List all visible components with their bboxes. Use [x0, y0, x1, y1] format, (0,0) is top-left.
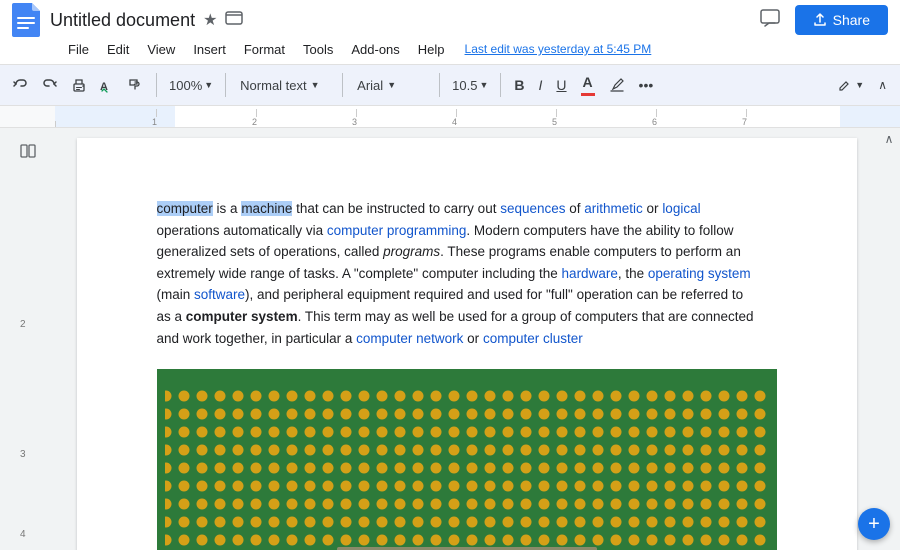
- menu-format[interactable]: Format: [236, 39, 293, 60]
- document-text: computer is a machine that can be instru…: [157, 198, 777, 349]
- redo-button[interactable]: [36, 73, 62, 97]
- cpu-image-container: // We'll inline the pattern via SVG patt…: [157, 369, 777, 550]
- link-software[interactable]: software: [194, 287, 245, 302]
- sep-4: [439, 73, 440, 97]
- color-underline: [581, 93, 595, 96]
- drive-icon[interactable]: [225, 9, 243, 32]
- ruler: 1 2 3 4 5 6 7: [0, 106, 900, 128]
- page: computer is a machine that can be instru…: [77, 138, 857, 550]
- undo-redo-group: [8, 73, 62, 97]
- menu-help[interactable]: Help: [410, 39, 453, 60]
- highlight-button[interactable]: [604, 73, 630, 97]
- link-sequences[interactable]: sequences: [500, 201, 565, 216]
- italic-button[interactable]: I: [534, 73, 548, 97]
- docs-icon: [12, 3, 40, 37]
- chevron-up-button[interactable]: ∧: [873, 74, 892, 96]
- text-segment-1: is a machine that can be instructed to c…: [217, 201, 501, 216]
- menu-edit[interactable]: Edit: [99, 39, 137, 60]
- sidebar-toggle[interactable]: [15, 138, 41, 169]
- text-style-selector[interactable]: Normal text ▼: [234, 75, 334, 96]
- link-logical[interactable]: logical: [662, 201, 700, 216]
- suggestion-area: ▼ ∧: [833, 74, 892, 96]
- ruler-content: 1 2 3 4 5 6 7: [55, 106, 900, 127]
- font-size-selector[interactable]: 10.5 ▼: [448, 75, 492, 96]
- link-arithmetic[interactable]: arithmetic: [584, 201, 643, 216]
- menu-insert[interactable]: Insert: [185, 39, 234, 60]
- link-computer-programming[interactable]: computer programming: [327, 223, 467, 238]
- editing-mode-button[interactable]: ▼: [833, 74, 869, 96]
- right-panel: ∧ +: [878, 128, 900, 550]
- paint-format-button[interactable]: [122, 73, 148, 97]
- more-button[interactable]: •••: [634, 73, 659, 97]
- sidebar-panel: 2 3 4: [0, 128, 55, 550]
- menu-file[interactable]: File: [60, 39, 97, 60]
- share-button[interactable]: Share: [795, 5, 888, 35]
- page-markers: 2 3 4: [0, 169, 55, 550]
- link-hardware[interactable]: hardware: [562, 266, 618, 281]
- page-marker-2: 2: [20, 319, 26, 330]
- link-operating-system[interactable]: operating system: [648, 266, 751, 281]
- font-selector[interactable]: Arial ▼: [351, 75, 431, 96]
- sep-3: [342, 73, 343, 97]
- title-area: Untitled document ★: [50, 9, 755, 32]
- ruler-blue-right: [840, 106, 900, 127]
- text-computer-system-bold: computer system: [186, 309, 298, 324]
- scroll-up-chevron[interactable]: ∧: [885, 132, 894, 146]
- text-color-button[interactable]: A: [576, 70, 600, 100]
- menu-addons[interactable]: Add-ons: [343, 39, 407, 60]
- doc-title[interactable]: Untitled document: [50, 10, 195, 31]
- word-computer: computer: [157, 201, 213, 216]
- zoom-selector[interactable]: 100% ▼: [165, 75, 217, 96]
- link-computer-network[interactable]: computer network: [356, 331, 463, 346]
- menu-bar: File Edit View Insert Format Tools Add-o…: [0, 36, 900, 64]
- last-edit: Last edit was yesterday at 5:45 PM: [465, 42, 652, 56]
- sep-2: [225, 73, 226, 97]
- bold-button[interactable]: B: [509, 73, 529, 97]
- menu-view[interactable]: View: [139, 39, 183, 60]
- spellcheck-button[interactable]: A: [94, 73, 120, 97]
- doc-scroll-area[interactable]: computer is a machine that can be instru…: [55, 128, 878, 550]
- header-right: Share: [755, 3, 888, 38]
- print-button[interactable]: [66, 73, 92, 97]
- title-icons: ★: [203, 9, 243, 32]
- title-bar: Untitled document ★ Share: [0, 0, 900, 36]
- main-area: 2 3 4 computer is a machine that can be …: [0, 128, 900, 550]
- page-marker-4: 4: [20, 529, 26, 540]
- print-group: A: [66, 73, 148, 97]
- add-button[interactable]: +: [858, 508, 890, 540]
- sep-1: [156, 73, 157, 97]
- page-marker-3: 3: [20, 449, 26, 460]
- toolbar: A 100% ▼ Normal text ▼ Arial ▼ 10.5 ▼ B …: [0, 64, 900, 106]
- cpu-image: // We'll inline the pattern via SVG patt…: [157, 369, 777, 550]
- undo-button[interactable]: [8, 73, 34, 97]
- star-icon[interactable]: ★: [203, 10, 217, 30]
- link-computer-cluster[interactable]: computer cluster: [483, 331, 583, 346]
- underline-button[interactable]: U: [551, 73, 571, 97]
- text-programs-italic: programs: [383, 244, 440, 259]
- menu-tools[interactable]: Tools: [295, 39, 341, 60]
- chat-icon[interactable]: [755, 3, 785, 38]
- sep-5: [500, 73, 501, 97]
